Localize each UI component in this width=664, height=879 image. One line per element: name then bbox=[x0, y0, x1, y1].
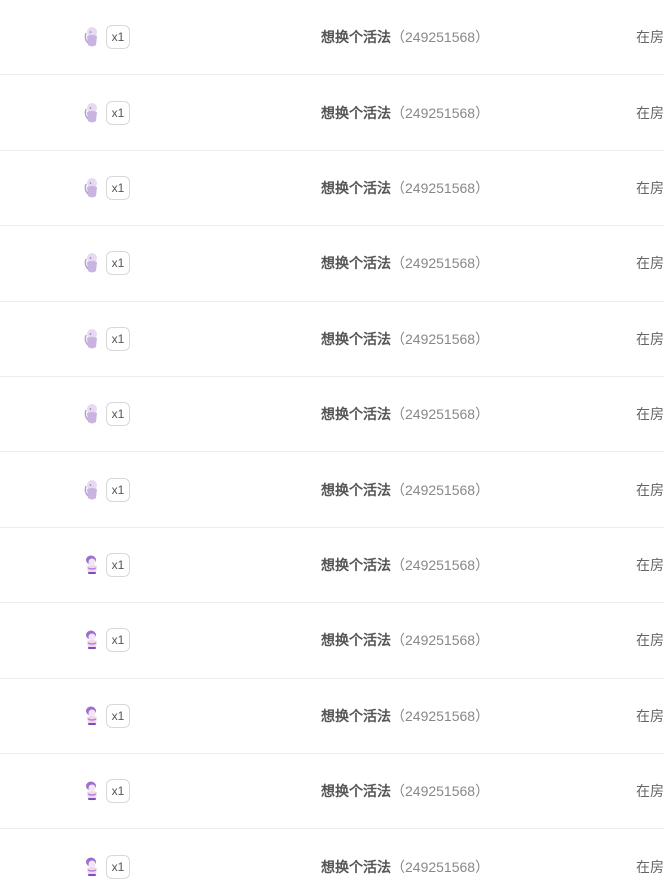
presence-status: 在房 bbox=[636, 330, 664, 347]
sender-name[interactable]: 想换个活法 bbox=[321, 29, 391, 45]
sender-id: （249251568） bbox=[391, 783, 490, 800]
sender-id: （249251568） bbox=[391, 104, 490, 121]
lavender-figure-icon bbox=[82, 478, 102, 502]
gift-count-badge: x1 bbox=[106, 552, 130, 577]
sender-id: （249251568） bbox=[391, 481, 490, 498]
sender-id: （249251568） bbox=[391, 29, 490, 46]
presence-status: 在房 bbox=[636, 255, 664, 272]
presence-status: 在房 bbox=[636, 707, 664, 724]
lavender-figure-icon bbox=[82, 327, 102, 351]
presence-status: 在房 bbox=[636, 481, 664, 498]
sender-info: 想换个活法（249251568） bbox=[321, 27, 489, 47]
sender-name[interactable]: 想换个活法 bbox=[321, 255, 391, 271]
sender-info: 想换个活法（249251568） bbox=[321, 480, 489, 500]
list-item: x1 想换个活法（249251568） 在房 bbox=[0, 302, 664, 377]
lavender-figure-icon bbox=[82, 402, 102, 426]
presence-status: 在房 bbox=[636, 406, 664, 423]
presence-status: 在房 bbox=[636, 858, 664, 875]
list-item: x1 想换个活法（249251568） 在房 bbox=[0, 151, 664, 227]
list-item: x1 想换个活法（249251568） 在房 bbox=[0, 679, 664, 754]
presence-status: 在房 bbox=[636, 29, 664, 46]
gift-count-badge: x1 bbox=[106, 100, 130, 125]
list-item: x1 想换个活法（249251568） 在房 bbox=[0, 603, 664, 679]
presence-status: 在房 bbox=[636, 556, 664, 573]
sender-name[interactable]: 想换个活法 bbox=[321, 105, 391, 121]
sender-id: （249251568） bbox=[391, 406, 490, 423]
gift-cell: x1 bbox=[82, 779, 130, 804]
sender-name[interactable]: 想换个活法 bbox=[321, 632, 391, 648]
sender-id: （249251568） bbox=[391, 179, 490, 196]
purple-figure-icon bbox=[82, 553, 102, 577]
list-item: x1 想换个活法（249251568） 在房 bbox=[0, 528, 664, 604]
gift-cell: x1 bbox=[82, 100, 130, 125]
sender-id: （249251568） bbox=[391, 632, 490, 649]
sender-info: 想换个活法（249251568） bbox=[321, 103, 489, 123]
sender-info: 想换个活法（249251568） bbox=[321, 178, 489, 198]
gift-cell: x1 bbox=[82, 477, 130, 502]
sender-name[interactable]: 想换个活法 bbox=[321, 180, 391, 196]
presence-status: 在房 bbox=[636, 783, 664, 800]
sender-id: （249251568） bbox=[391, 707, 490, 724]
sender-info: 想换个活法（249251568） bbox=[321, 630, 489, 650]
gift-cell: x1 bbox=[82, 326, 130, 351]
gift-cell: x1 bbox=[82, 25, 130, 50]
sender-info: 想换个活法（249251568） bbox=[321, 706, 489, 726]
sender-info: 想换个活法（249251568） bbox=[321, 857, 489, 877]
gift-count-badge: x1 bbox=[106, 251, 130, 276]
sender-name[interactable]: 想换个活法 bbox=[321, 331, 391, 347]
sender-info: 想换个活法（249251568） bbox=[321, 404, 489, 424]
list-item: x1 想换个活法（249251568） 在房 bbox=[0, 377, 664, 453]
sender-id: （249251568） bbox=[391, 330, 490, 347]
sender-name[interactable]: 想换个活法 bbox=[321, 406, 391, 422]
sender-info: 想换个活法（249251568） bbox=[321, 329, 489, 349]
purple-figure-icon bbox=[82, 704, 102, 728]
sender-name[interactable]: 想换个活法 bbox=[321, 708, 391, 724]
gift-cell: x1 bbox=[82, 175, 130, 200]
list-item: x1 想换个活法（249251568） 在房 bbox=[0, 754, 664, 830]
list-item: x1 想换个活法（249251568） 在房 bbox=[0, 75, 664, 151]
gift-cell: x1 bbox=[82, 251, 130, 276]
list-item: x1 想换个活法（249251568） 在房 bbox=[0, 829, 664, 879]
sender-name[interactable]: 想换个活法 bbox=[321, 482, 391, 498]
gift-count-badge: x1 bbox=[106, 703, 130, 728]
gift-cell: x1 bbox=[82, 402, 130, 427]
list-item: x1 想换个活法（249251568） 在房 bbox=[0, 226, 664, 302]
gift-count-badge: x1 bbox=[106, 854, 130, 879]
gift-count-badge: x1 bbox=[106, 175, 130, 200]
sender-info: 想换个活法（249251568） bbox=[321, 781, 489, 801]
gift-record-list: x1 想换个活法（249251568） 在房 x1 想换个活法（24925156… bbox=[0, 0, 664, 879]
sender-info: 想换个活法（249251568） bbox=[321, 253, 489, 273]
gift-count-badge: x1 bbox=[106, 326, 130, 351]
purple-figure-icon bbox=[82, 628, 102, 652]
gift-cell: x1 bbox=[82, 854, 130, 879]
presence-status: 在房 bbox=[636, 104, 664, 121]
gift-count-badge: x1 bbox=[106, 779, 130, 804]
sender-id: （249251568） bbox=[391, 858, 490, 875]
lavender-figure-icon bbox=[82, 251, 102, 275]
list-item: x1 想换个活法（249251568） 在房 bbox=[0, 0, 664, 76]
purple-figure-icon bbox=[82, 779, 102, 803]
gift-count-badge: x1 bbox=[106, 628, 130, 653]
sender-name[interactable]: 想换个活法 bbox=[321, 859, 391, 875]
lavender-figure-icon bbox=[82, 176, 102, 200]
sender-id: （249251568） bbox=[391, 556, 490, 573]
presence-status: 在房 bbox=[636, 632, 664, 649]
gift-count-badge: x1 bbox=[106, 25, 130, 50]
lavender-figure-icon bbox=[82, 101, 102, 125]
lavender-figure-icon bbox=[82, 25, 102, 49]
sender-info: 想换个活法（249251568） bbox=[321, 555, 489, 575]
gift-cell: x1 bbox=[82, 552, 130, 577]
presence-status: 在房 bbox=[636, 179, 664, 196]
gift-count-badge: x1 bbox=[106, 402, 130, 427]
sender-name[interactable]: 想换个活法 bbox=[321, 557, 391, 573]
gift-count-badge: x1 bbox=[106, 477, 130, 502]
gift-cell: x1 bbox=[82, 628, 130, 653]
sender-id: （249251568） bbox=[391, 255, 490, 272]
purple-figure-icon bbox=[82, 855, 102, 879]
list-item: x1 想换个活法（249251568） 在房 bbox=[0, 452, 664, 528]
gift-cell: x1 bbox=[82, 703, 130, 728]
sender-name[interactable]: 想换个活法 bbox=[321, 783, 391, 799]
